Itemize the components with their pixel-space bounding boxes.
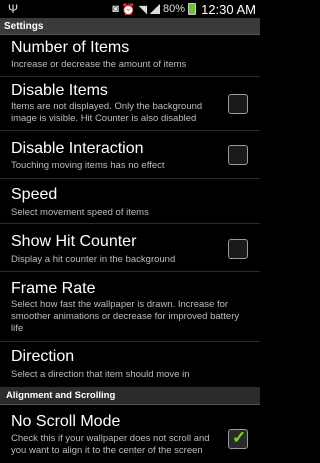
vibrate-icon: ◙ <box>112 3 119 15</box>
setting-show-hit-counter[interactable]: Show Hit Counter Display a hit counter i… <box>0 224 260 272</box>
setting-summary: Select movement speed of items <box>11 207 149 218</box>
page-title: Settings <box>0 18 260 35</box>
setting-summary: Select a direction that item should move… <box>11 369 190 380</box>
setting-title: Disable Items <box>11 82 108 99</box>
setting-title: Disable Interaction <box>11 140 144 157</box>
status-bar: Ψ ◙ ⏰ ◥ 80% 12:30 AM <box>0 0 260 18</box>
setting-number-of-items[interactable]: Number of Items Increase or decrease the… <box>0 35 260 77</box>
setting-disable-items[interactable]: Disable Items Items are not displayed. O… <box>0 77 260 131</box>
setting-summary: Select how fast the wallpaper is drawn. … <box>11 299 240 334</box>
setting-speed[interactable]: Speed Select movement speed of items <box>0 179 260 224</box>
setting-title: Direction <box>11 348 75 365</box>
setting-summary: Increase or decrease the amount of items <box>11 59 187 70</box>
setting-title: Number of Items <box>11 39 130 56</box>
clock: 12:30 AM <box>201 1 256 17</box>
setting-summary: Display a hit counter in the background <box>11 254 176 265</box>
setting-summary: Items are not displayed. Only the backgr… <box>11 101 203 124</box>
disable-interaction-checkbox[interactable] <box>228 145 248 165</box>
section-header-alignment: Alignment and Scrolling <box>0 387 260 405</box>
setting-title: No Scroll Mode <box>11 413 121 430</box>
setting-no-scroll-mode[interactable]: No Scroll Mode Check this if your wallpa… <box>0 405 260 463</box>
setting-summary: Check this if your wallpaper does not sc… <box>11 433 210 456</box>
battery-percent: 80% <box>163 3 186 15</box>
status-icons: ◙ ⏰ ◥ 80% 12:30 AM <box>112 0 256 18</box>
setting-disable-interaction[interactable]: Disable Interaction Touching moving item… <box>0 131 260 179</box>
usb-icon: Ψ <box>8 2 19 16</box>
setting-title: Show Hit Counter <box>11 233 137 250</box>
setting-summary: Touching moving items has no effect <box>11 160 165 171</box>
setting-frame-rate[interactable]: Frame Rate Select how fast the wallpaper… <box>0 272 260 342</box>
checkmark-icon: ✓ <box>232 428 247 447</box>
no-scroll-mode-checkbox[interactable]: ✓ <box>228 428 248 449</box>
battery-icon <box>188 3 197 15</box>
setting-direction[interactable]: Direction Select a direction that item s… <box>0 342 260 387</box>
wifi-icon: ◥ <box>138 3 148 16</box>
setting-title: Speed <box>11 186 58 203</box>
signal-icon <box>150 4 161 14</box>
setting-title: Frame Rate <box>11 280 96 297</box>
disable-items-checkbox[interactable] <box>228 94 248 114</box>
show-hit-counter-checkbox[interactable] <box>228 239 248 259</box>
alarm-icon: ⏰ <box>121 3 136 16</box>
